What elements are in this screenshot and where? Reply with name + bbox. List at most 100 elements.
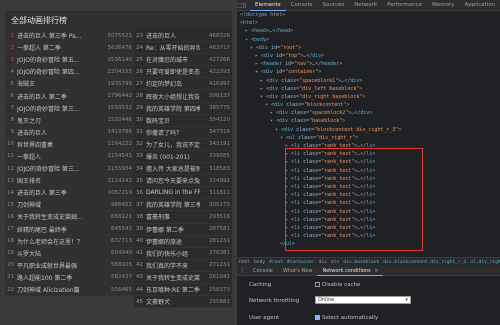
- tab-sources[interactable]: Sources: [317, 0, 349, 11]
- anime-title-link[interactable]: DARLING in the FRA...: [146, 189, 200, 196]
- anime-title-link[interactable]: 你撒谎了吗？: [146, 128, 200, 137]
- breadcrumb-item[interactable]: div.blockcontent.div_right_r_3: [383, 260, 466, 265]
- anime-title-link[interactable]: 路人超能100 第二季: [17, 273, 102, 282]
- anime-title-link[interactable]: 伊蕾娜的旅途: [146, 237, 200, 246]
- dom-node[interactable]: ▾ <body>: [237, 36, 500, 44]
- anime-title-link[interactable]: 斗罗大陆: [17, 249, 102, 258]
- anime-title-link[interactable]: 数码宝贝: [146, 116, 200, 125]
- disable-cache-option[interactable]: Disable cache: [315, 282, 360, 288]
- anime-title-link[interactable]: 为什么老师会在这里！？: [17, 237, 102, 246]
- anime-title-link[interactable]: 东京喰种:RE 第二季: [146, 285, 200, 294]
- ranking-row[interactable]: 1 进击的巨人 第三季 Pa... 5075521: [5, 30, 134, 43]
- disable-cache-checkbox[interactable]: [315, 282, 320, 287]
- dom-node[interactable]: ▸ <header id="nav">…</header>: [237, 60, 500, 68]
- anime-title-link[interactable]: 请问您今天要来点兔子...: [146, 176, 200, 185]
- ranking-row[interactable]: 14 进击的巨人 第三季 1057219: [5, 187, 134, 200]
- auto-select-checkbox[interactable]: [315, 315, 320, 320]
- ranking-row[interactable]: 33 爆炎 (001-201) 339585: [134, 150, 232, 164]
- anime-title-link[interactable]: 关于我转生变成史莱姆...: [146, 273, 200, 282]
- ranking-row[interactable]: 11 一拳超人 1154541: [5, 150, 134, 164]
- anime-title-link[interactable]: 鬼灭之刃: [17, 116, 102, 125]
- ranking-row[interactable]: 34擅入传 大家总是被别人... 318583: [134, 163, 232, 176]
- ranking-row[interactable]: 38 富豪刑事 293516: [134, 211, 232, 224]
- breadcrumb-item[interactable]: body: [254, 260, 265, 265]
- anime-title-link[interactable]: 只要可爱即使是变态你...: [146, 67, 200, 76]
- anime-title-link[interactable]: 擅入传 大家总是被别人...: [146, 164, 200, 173]
- ranking-row[interactable]: 17 妖精的尾巴 最终季 645543: [5, 223, 134, 236]
- anime-title-link[interactable]: 我的英雄学院 第四季: [146, 104, 200, 113]
- ranking-row[interactable]: 23 进击的巨人 468326: [134, 30, 232, 43]
- anime-title-link[interactable]: 进击的巨人 第二季: [17, 92, 102, 101]
- ranking-row[interactable]: 30 数码宝贝 354120: [134, 114, 232, 127]
- dom-node[interactable]: ▸ <div class="spaceblock2">…</div>: [237, 109, 500, 117]
- anime-title-link[interactable]: 一拳超人: [17, 152, 102, 161]
- anime-title-link[interactable]: 我的英雄学院 第三季: [146, 200, 200, 209]
- ranking-row[interactable]: 13 国王排名 1114142: [5, 175, 134, 188]
- dom-node[interactable]: ▾ <div id="root">: [237, 44, 500, 52]
- close-icon[interactable]: ×: [373, 268, 378, 274]
- anime-title-link[interactable]: 刀剑神域 Alicization篇: [17, 285, 102, 294]
- tab-elements[interactable]: Elements: [249, 0, 286, 11]
- ranking-row[interactable]: 6 进击的巨人 第二季 1796442: [5, 90, 134, 103]
- ranking-row[interactable]: 12 JOJO的奇妙冒险 第三... 1155934: [5, 163, 134, 176]
- breadcrumb-item[interactable]: #container: [287, 260, 315, 265]
- anime-title-link[interactable]: Re：从零开始的异世界...: [146, 43, 200, 52]
- drawer-menu-icon[interactable]: ⋮: [237, 265, 248, 276]
- breadcrumb-item[interactable]: div: [331, 260, 339, 265]
- dom-node[interactable]: ▾ <div class="blockcontent div_right_r_3…: [237, 126, 500, 134]
- ranking-row[interactable]: 28辉夜大小姐想让我告白 398137: [134, 90, 232, 103]
- ranking-row[interactable]: 3 JOJO的奇妙冒险 第五... 2536140: [5, 54, 134, 67]
- anime-title-link[interactable]: 我们真的学不来: [146, 261, 200, 270]
- anime-title-link[interactable]: 关于我转生变成史莱姆...: [17, 212, 102, 221]
- dom-node[interactable]: ▸ <div id="top">…</div>: [237, 52, 500, 60]
- ranking-row[interactable]: 36DARLING in the FRA... 311811: [134, 187, 232, 200]
- anime-title-link[interactable]: 文豪野犬: [146, 297, 200, 306]
- drawer-tab-console[interactable]: Console: [248, 266, 278, 276]
- anime-title-link[interactable]: 进击的巨人: [146, 31, 200, 40]
- anime-title-link[interactable]: 刀剑神域: [17, 200, 102, 209]
- tab-network[interactable]: Network: [349, 0, 382, 11]
- anime-title-link[interactable]: 国王排名: [17, 176, 102, 185]
- dom-node[interactable]: ▾ <div class="blockcontent">: [237, 101, 500, 109]
- ranking-row[interactable]: 7 JOJO的奇妙冒险 第三... 1593532: [5, 102, 134, 115]
- anime-title-link[interactable]: 富豪刑事: [146, 212, 200, 221]
- ranking-row[interactable]: 44 东京喰种:RE 第二季 258373: [134, 283, 232, 297]
- anime-title-link[interactable]: 异世界四重奏: [17, 140, 102, 149]
- anime-title-link[interactable]: 海贼王: [17, 79, 102, 88]
- ranking-row[interactable]: 27 约定的梦幻岛 416997: [134, 78, 232, 91]
- breadcrumb-item[interactable]: #root: [269, 260, 283, 265]
- anime-title-link[interactable]: 伊蕾娜 第二季: [146, 225, 200, 234]
- ranking-row[interactable]: 41 我们的快乐小组 276381: [134, 247, 232, 260]
- anime-title-link[interactable]: JOJO的奇妙冒险 第三...: [17, 164, 102, 173]
- anime-title-link[interactable]: 平凡职业成就世界最强: [17, 261, 102, 270]
- device-toolbar-icon[interactable]: ▯: [243, 0, 246, 11]
- breadcrumb-item[interactable]: html: [239, 260, 250, 265]
- ranking-row[interactable]: 4 JOJO的奇妙冒险 第四... 2204155: [5, 66, 134, 79]
- ranking-row[interactable]: 10 异世界四重奏 1164222: [5, 138, 134, 151]
- ranking-row[interactable]: 29 我的英雄学院 第四季 385775: [134, 102, 232, 115]
- breadcrumb-item[interactable]: ul.div_right_r: [470, 260, 500, 265]
- anime-title-link[interactable]: 我们的快乐小组: [146, 249, 200, 258]
- tab-application[interactable]: Application: [459, 0, 500, 11]
- ranking-row[interactable]: 24Re：从零开始的异世界... 463717: [134, 42, 232, 55]
- dom-node[interactable]: ▾ <div id="container">: [237, 68, 500, 76]
- dom-node[interactable]: ▾ <div class="baseblock">: [237, 117, 500, 125]
- anime-title-link[interactable]: JOJO的奇妙冒险 第四...: [17, 67, 102, 76]
- dom-node[interactable]: <!doctype html>: [237, 11, 500, 19]
- ranking-row[interactable]: 15 刀剑神域 986451: [5, 199, 134, 212]
- anime-title-link[interactable]: 一拳超人 第二季: [17, 43, 102, 52]
- ranking-row[interactable]: 16 关于我转生变成史莱姆... 658121: [5, 211, 134, 224]
- anime-title-link[interactable]: 在对魔忍的城市: [146, 55, 200, 64]
- anime-title-link[interactable]: 进击的巨人: [17, 128, 102, 137]
- ranking-row[interactable]: 8 鬼灭之刃 1532446: [5, 114, 134, 127]
- dom-node[interactable]: ▾ <ul class="div_right_r">: [237, 134, 500, 142]
- ranking-row[interactable]: 43关于我转生变成史莱姆... 261041: [134, 271, 232, 284]
- dom-node[interactable]: ▸ <head>…</head>: [237, 27, 500, 35]
- ranking-row[interactable]: 21 路人超能100 第二季 582437: [5, 271, 134, 284]
- ranking-row[interactable]: 42 我们真的学不来 271231: [134, 259, 232, 272]
- throttling-select[interactable]: Online ▾: [315, 296, 411, 304]
- ranking-row[interactable]: 32为了女儿，我说不定连... 343191: [134, 138, 232, 151]
- ranking-row[interactable]: 20 平凡职业成就世界最强 588105: [5, 259, 134, 272]
- anime-title-link[interactable]: 爆炎 (001-201): [146, 152, 200, 161]
- ranking-row[interactable]: 39 伊蕾娜 第二季 287581: [134, 223, 232, 236]
